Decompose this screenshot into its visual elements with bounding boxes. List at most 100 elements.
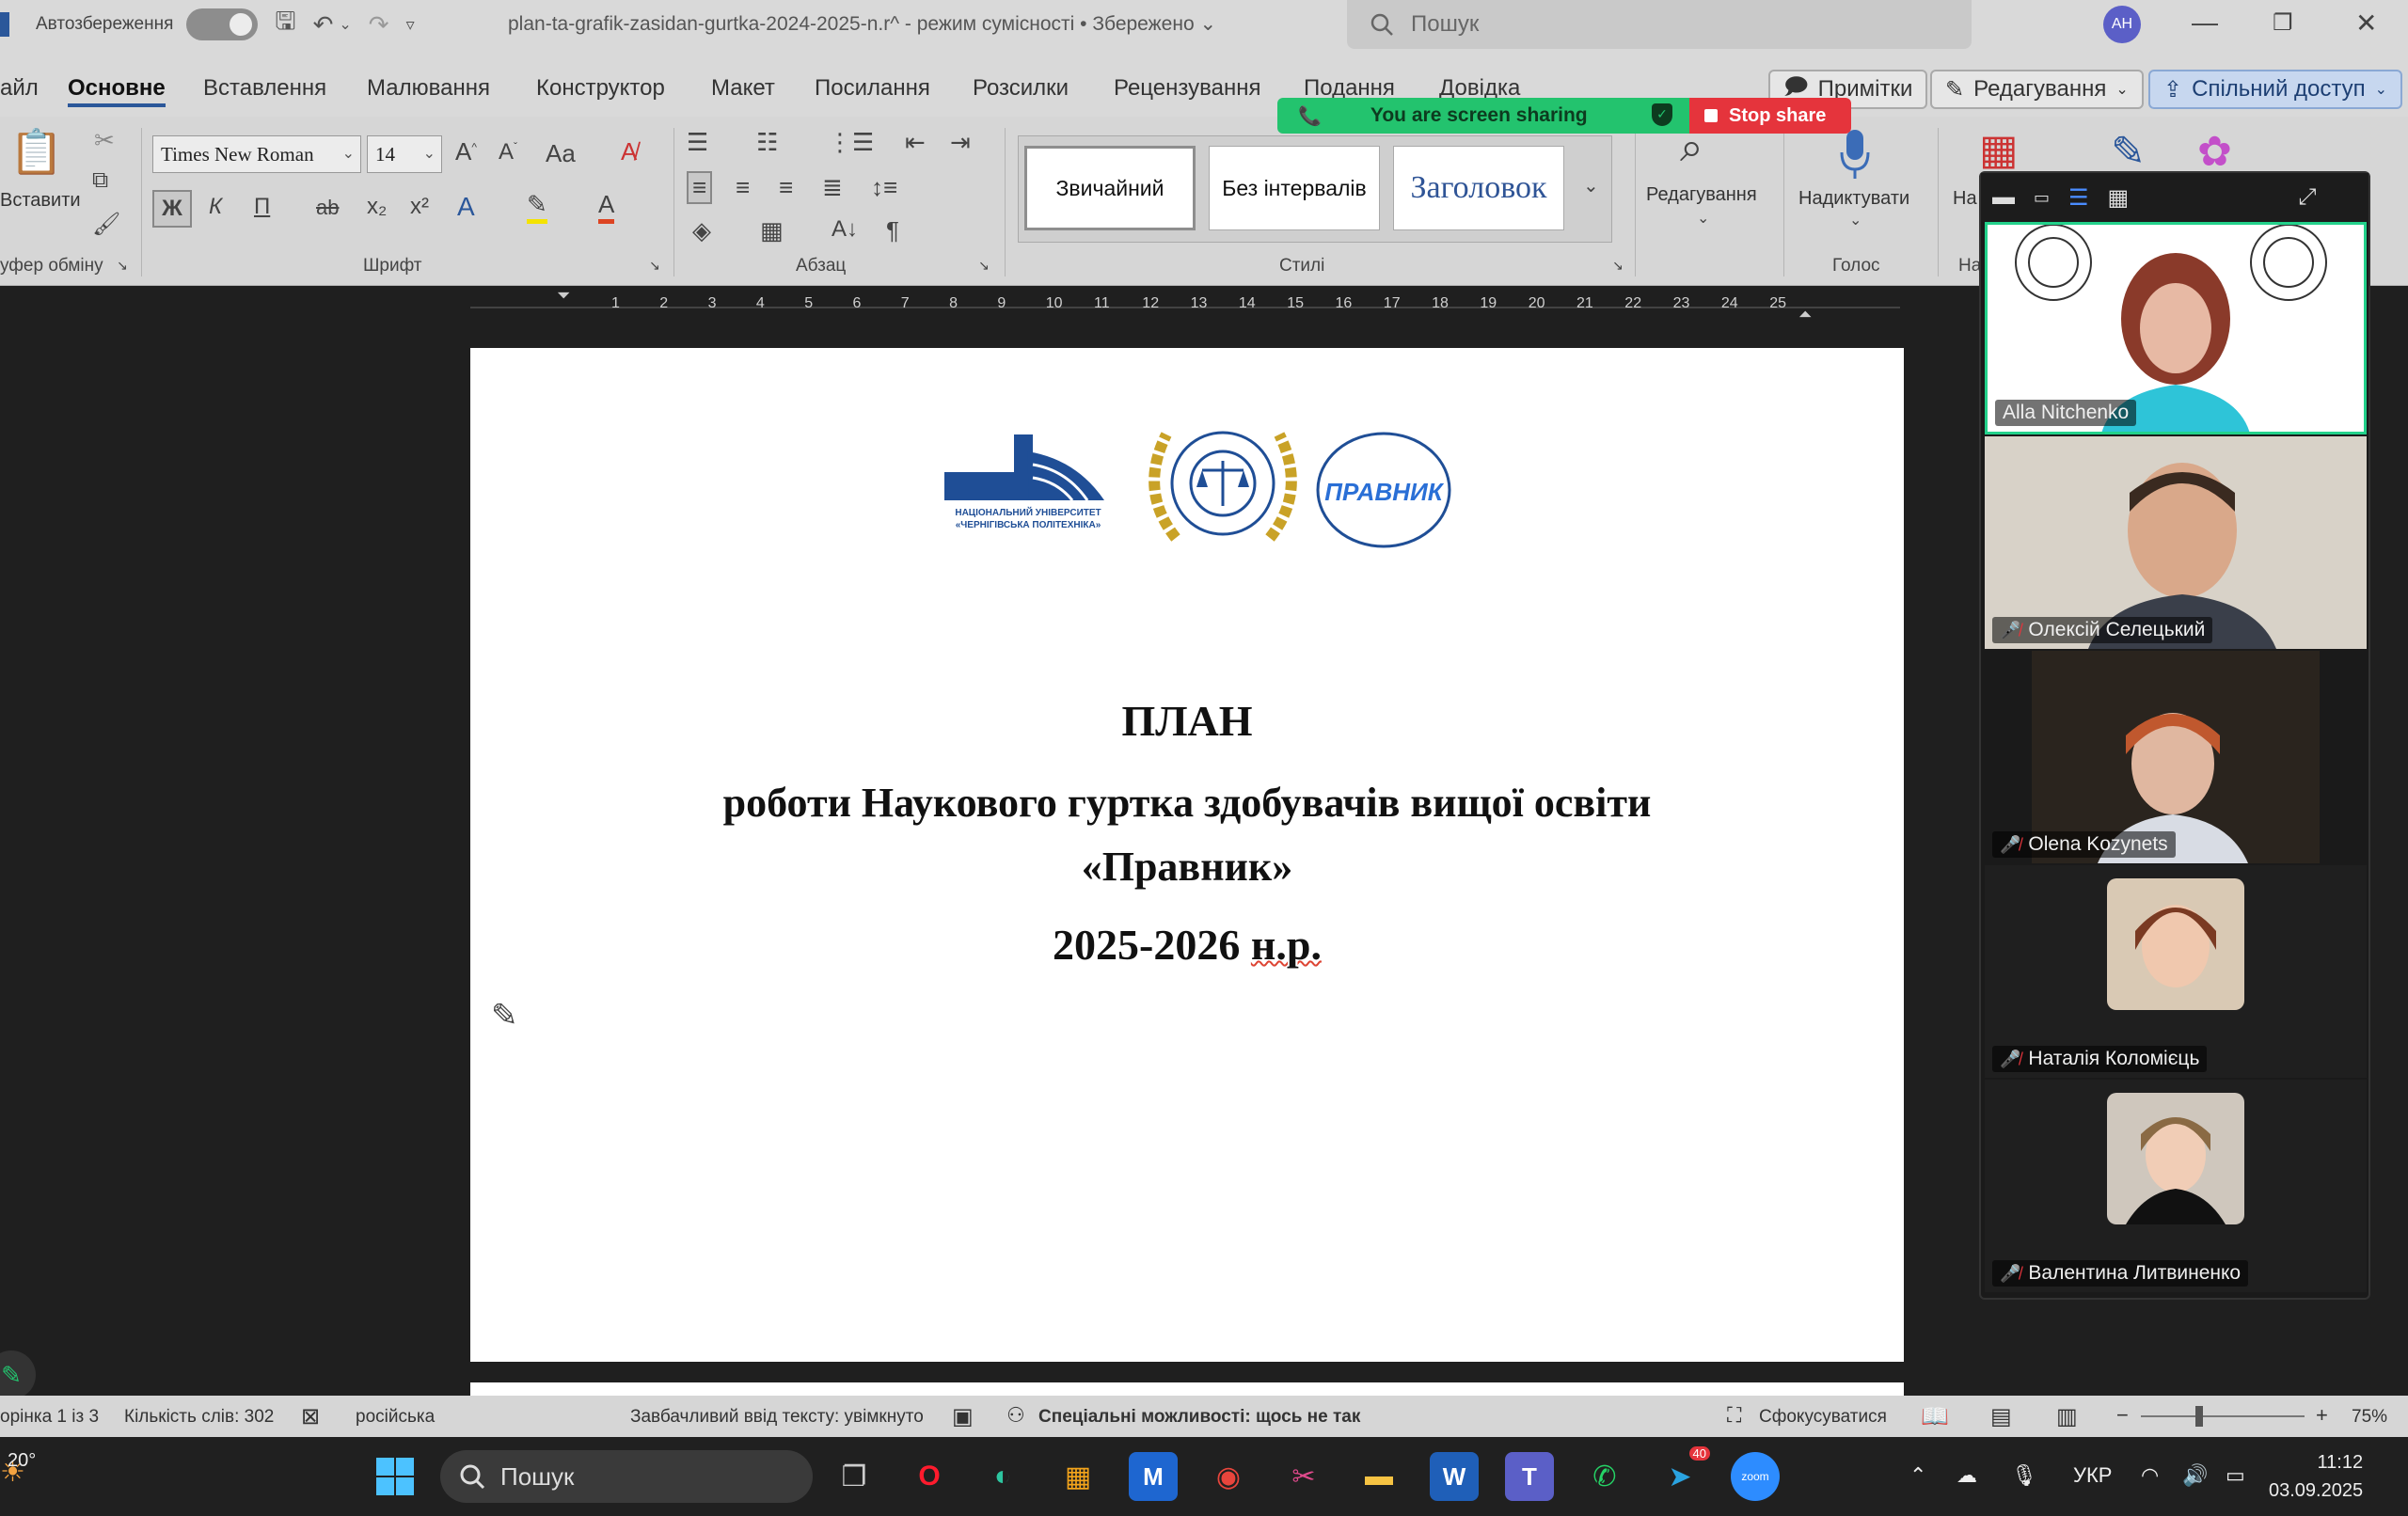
restore-icon[interactable]: ❐ [2273,9,2293,37]
expand-icon[interactable]: ⤢ [2298,184,2316,211]
input-language[interactable]: УКР [2073,1463,2112,1488]
chevron-down-icon[interactable]: ⌄ [1849,211,1861,229]
cut-icon[interactable]: ✂ [94,126,115,155]
clear-formatting-icon[interactable]: A̸ [621,137,637,166]
designer-icon[interactable]: ✎ [2111,128,2146,176]
microphone-icon[interactable]: 🎙 [2011,1463,2037,1488]
undo-dropdown-icon[interactable]: ⌄ [339,15,351,34]
increase-indent-icon[interactable]: ⇥ [950,128,971,157]
tab-layout[interactable]: Макет [711,75,775,102]
style-no-spacing[interactable]: Без інтервалів [1209,146,1380,230]
print-layout-icon[interactable]: ▤ [1990,1403,2012,1430]
bold-button[interactable]: Ж [152,190,192,228]
superscript-button[interactable]: x² [410,194,429,220]
teams-icon[interactable]: T [1505,1452,1554,1501]
participant-tile[interactable]: Alla Nitchenko [1985,222,2367,434]
font-size-select[interactable]: 14 ⌄ [367,135,442,173]
document-page[interactable]: НАЦІОНАЛЬНИЙ УНІВЕРСИТЕТ «ЧЕРНІГІВСЬКА П… [470,348,1904,1362]
style-normal[interactable]: Звичайний [1024,146,1196,230]
wifi-icon[interactable]: ◠ [2141,1463,2159,1488]
tab-home[interactable]: Основне [68,75,166,107]
zoom-icon[interactable]: zoom [1731,1452,1780,1501]
speaker-view-icon[interactable]: ☰ [2068,184,2089,212]
font-color-icon[interactable]: A [598,190,615,224]
styles-more-icon[interactable]: ⌄ [1583,174,1599,197]
stop-share-button[interactable]: Stop share [1689,98,1851,134]
participant-tile[interactable]: 🎤̸ Olena Kozynets [1985,651,2367,863]
snipping-tool-icon[interactable]: ✂ [1279,1452,1328,1501]
weather-widget[interactable]: ☀ 20° [0,1450,36,1489]
justify-icon[interactable]: ≣ [822,173,843,202]
zoom-slider[interactable] [2141,1406,2305,1427]
paste-label[interactable]: Вставити [0,190,81,212]
microphone-icon[interactable] [1838,128,1872,181]
tab-review[interactable]: Рецензування [1114,75,1260,102]
strikethrough-button[interactable]: ab [316,196,339,220]
proofing-icon[interactable]: ⊠ [301,1403,320,1430]
italic-button[interactable]: К [209,194,222,220]
battery-icon[interactable]: ▭ [2226,1463,2245,1488]
page-count[interactable]: орінка 1 із 3 [0,1407,99,1428]
account-avatar[interactable]: AH [2103,6,2141,43]
bullets-icon[interactable]: ☰ [687,128,708,157]
read-mode-icon[interactable]: 📖 [1921,1403,1949,1430]
dialog-launcher-icon[interactable]: ↘ [117,258,128,274]
predictive-text-status[interactable]: Завбачливий ввід тексту: увімкнуто [630,1407,924,1428]
tab-design[interactable]: Конструктор [536,75,665,102]
show-marks-icon[interactable]: ¶ [886,216,899,245]
underline-button[interactable]: П [254,194,270,220]
dialog-launcher-icon[interactable]: ↘ [1612,258,1624,274]
accessibility-status[interactable]: Спеціальні можливості: щось не так [1038,1407,1360,1428]
horizontal-ruler[interactable]: ⏷ ⏶ 1 2 3 4 5 6 7 8 9 10 11 12 13 14 15 16 17 18 19 20 21 22 2… [0,286,1975,329]
opera-icon[interactable]: O [905,1452,954,1501]
font-name-select[interactable]: Times New Roman ⌄ [152,135,361,173]
multilevel-list-icon[interactable]: ⋮☰ [828,128,874,157]
save-icon[interactable]: 🖫 [275,4,295,45]
document-area[interactable]: НАЦІОНАЛЬНИЙ УНІВЕРСИТЕТ «ЧЕРНІГІВСЬКА П… [0,329,1975,1401]
grow-font-icon[interactable]: A^ [455,137,477,166]
redo-icon[interactable]: ↷ [369,10,389,39]
align-right-icon[interactable]: ≡ [779,173,793,202]
hide-video-icon[interactable]: ▭ [2034,188,2050,208]
shrink-font-icon[interactable]: Aˇ [499,139,517,166]
minimize-icon[interactable]: — [2192,8,2218,38]
numbering-icon[interactable]: ☷ [756,128,778,157]
copy-icon[interactable]: ⧉ [92,167,108,194]
task-view-icon[interactable]: ❐ [830,1452,879,1501]
addins-label-cut[interactable]: На [1953,188,1977,210]
document-title[interactable]: plan-ta-grafik-zasidan-gurtka-2024-2025-… [508,12,1216,36]
screen-sharing-bar[interactable]: 📞 You are screen sharing ✓ [1277,98,1689,134]
start-button[interactable] [371,1452,420,1501]
align-center-icon[interactable]: ≡ [736,173,750,202]
change-case-button[interactable]: Aa [546,139,576,168]
zoom-in-icon[interactable]: + [2316,1403,2328,1428]
onedrive-icon[interactable]: ☁ [1956,1463,1977,1488]
customize-toolbar-icon[interactable]: ▿ [406,15,415,35]
gallery-view-icon[interactable]: ▦ [2108,184,2130,212]
word-icon[interactable]: W [1430,1452,1479,1501]
edge-icon[interactable]: ◐ [978,1452,1027,1501]
autosave-toggle[interactable] [186,8,259,40]
undo-icon[interactable]: ↶ [313,10,334,39]
show-hidden-icons[interactable]: ⌃ [1909,1463,1926,1488]
chrome-icon[interactable]: ◉ [1204,1452,1253,1501]
file-explorer-icon[interactable]: ▬ [1354,1452,1403,1501]
borders-icon[interactable]: ▦ [760,216,784,245]
ink-pen-icon[interactable]: ✎ [491,997,518,1034]
editing-mode-button[interactable]: ✎ Редагування ⌄ [1930,70,2144,109]
format-painter-icon[interactable]: 🖌 [92,211,120,238]
participant-tile[interactable]: 🎤̸ Валентина Литвиненко [1985,1080,2367,1292]
participant-tile[interactable]: 🎤̸ Наталія Коломієць [1985,865,2367,1078]
dialog-launcher-icon[interactable]: ↘ [978,258,990,274]
telegram-icon[interactable]: ➤ 40 [1656,1446,1710,1501]
addin-grid-icon[interactable]: ▦ [1979,126,2019,174]
system-clock[interactable]: 11:12 03.09.2025 [2269,1448,2363,1505]
minimize-icon[interactable]: ▬ [1992,184,2015,211]
zoom-out-icon[interactable]: − [2116,1403,2129,1428]
dialog-launcher-icon[interactable]: ↘ [649,258,660,274]
tab-mailings[interactable]: Розсилки [973,75,1069,102]
zoom-slider-thumb[interactable] [2195,1406,2203,1427]
editing-label[interactable]: Редагування [1646,184,1757,206]
tab-draw[interactable]: Малювання [367,75,490,102]
subscript-button[interactable]: x₂ [367,194,387,220]
